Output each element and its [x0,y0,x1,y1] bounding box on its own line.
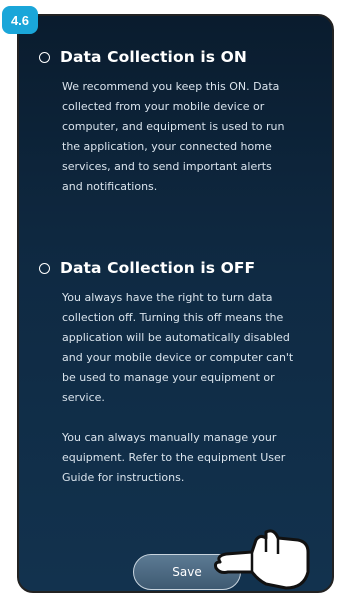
option-on-title: Data Collection is ON [60,48,247,66]
option-off-header[interactable]: Data Collection is OFF [39,259,322,277]
option-off-description: You always have the right to turn data c… [62,291,294,404]
option-off-note: You can always manually manage your equi… [62,431,286,484]
option-data-collection-off[interactable]: Data Collection is OFF You always have t… [39,259,322,488]
option-on-header[interactable]: Data Collection is ON [39,48,322,66]
phone-screen: Data Collection is ON We recommend you k… [17,14,334,593]
option-data-collection-on[interactable]: Data Collection is ON We recommend you k… [39,48,322,197]
option-on-description: We recommend you keep this ON. Data coll… [62,80,285,193]
step-badge: 4.6 [2,6,38,34]
radio-off[interactable] [39,262,50,274]
radio-on[interactable] [39,51,50,63]
option-off-title: Data Collection is OFF [60,259,256,277]
hand-pointer-icon [214,529,310,590]
